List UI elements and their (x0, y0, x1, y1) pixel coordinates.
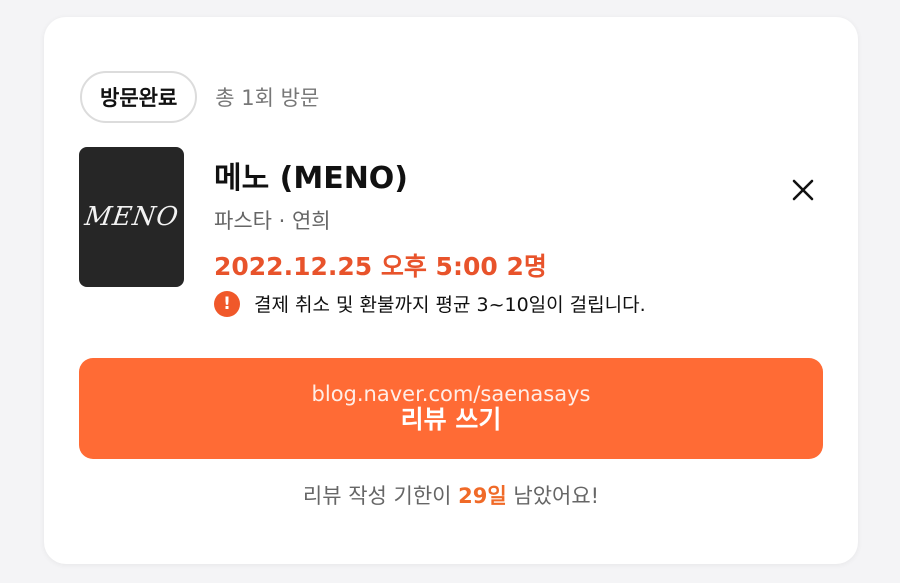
shop-category: 파스타 · 연희 (214, 209, 331, 233)
deadline-prefix: 리뷰 작성 기한이 (302, 484, 459, 508)
visit-count: 총 1회 방문 (215, 86, 320, 110)
deadline-suffix: 남았어요! (506, 484, 600, 508)
visit-status-chip: 방문완료 (80, 71, 198, 123)
review-deadline: 리뷰 작성 기한이 29일 남았어요! (44, 480, 858, 510)
refund-notice: ! 결제 취소 및 환불까지 평균 3~10일이 걸립니다. (214, 290, 646, 317)
close-button[interactable] (786, 173, 820, 207)
write-review-button[interactable]: blog.naver.com/saenasays 리뷰 쓰기 (79, 358, 823, 459)
shop-logo-text: MENO (82, 202, 181, 232)
reservation-card: 방문완료 총 1회 방문 MENO 메노 (MENO) 파스타 · 연희 202… (44, 17, 858, 564)
watermark-text: blog.naver.com/saenasays (311, 381, 591, 406)
refund-notice-text: 결제 취소 및 환불까지 평균 3~10일이 걸립니다. (254, 294, 646, 316)
close-icon (792, 179, 814, 201)
reservation-datetime: 2022.12.25 오후 5:00 2명 (214, 252, 547, 281)
shop-name[interactable]: 메노 (MENO) (214, 153, 408, 197)
status-row: 방문완료 총 1회 방문 (80, 71, 319, 123)
shop-thumbnail[interactable]: MENO (79, 147, 184, 287)
info-icon: ! (214, 290, 240, 317)
deadline-days: 29일 (458, 484, 507, 508)
write-review-label: 리뷰 쓰기 (400, 404, 502, 434)
